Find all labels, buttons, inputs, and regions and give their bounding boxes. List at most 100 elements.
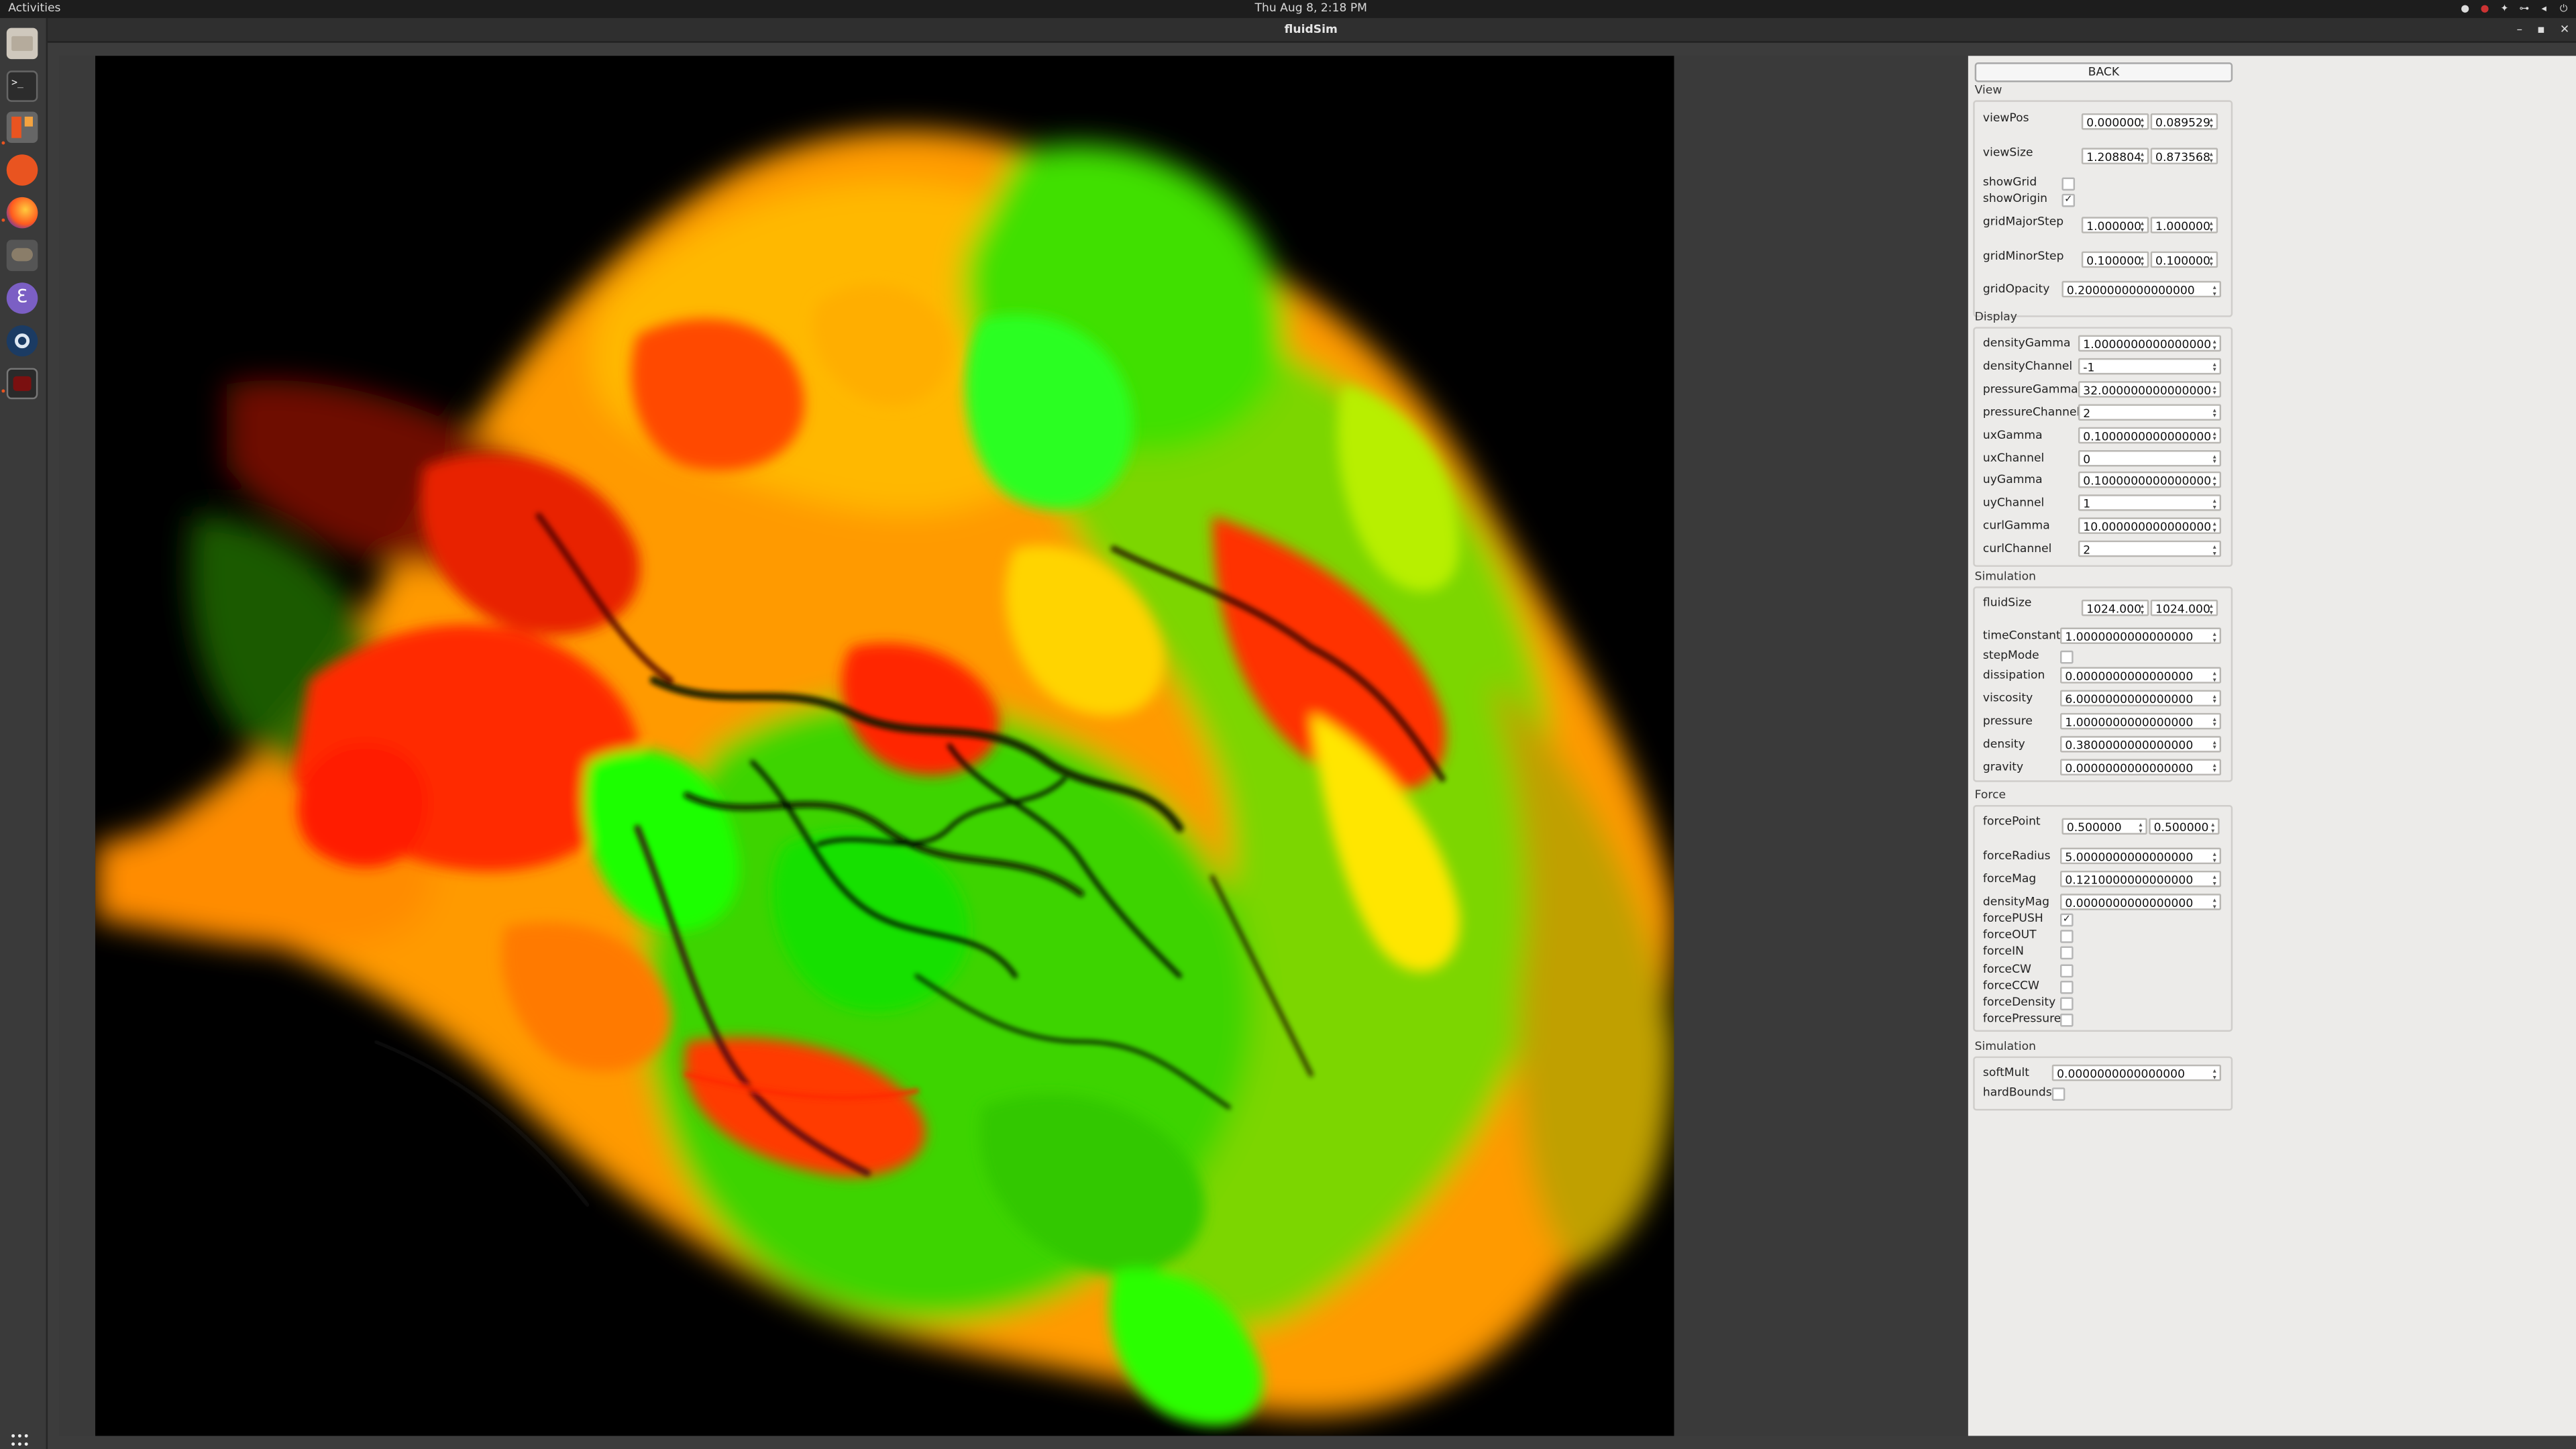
simulation-section-title: Simulation: [1974, 570, 2037, 584]
softmult-label: softMult: [1982, 1066, 2029, 1079]
viewsize-y-field[interactable]: 0.873568 ▴ ▾: [2150, 148, 2218, 164]
curlchannel-field[interactable]: 2 ▴ ▾: [2078, 540, 2222, 557]
gridminorstep-y-field[interactable]: 0.100000 ▴ ▾: [2150, 251, 2218, 268]
minimize-icon[interactable]: –: [2517, 18, 2523, 41]
screen: Activities Thu Aug 8, 2:18 PM ● ● ✦ ⊶ ◂ …: [0, 0, 2576, 1449]
forcemag-field[interactable]: 0.1210000000000000 ▴ ▾: [2060, 870, 2222, 888]
uxchannel-field[interactable]: 0 ▴ ▾: [2078, 449, 2222, 466]
forcepoint-label: forcePoint: [1982, 814, 2041, 828]
densitygamma-field[interactable]: 1.0000000000000000 ▴ ▾: [2078, 335, 2222, 352]
density-label: density: [1982, 737, 2025, 751]
power-icon[interactable]: ⏻: [2558, 3, 2569, 15]
top-bar: Activities Thu Aug 8, 2:18 PM ● ● ✦ ⊶ ◂ …: [0, 0, 2576, 18]
gimp-icon[interactable]: [6, 239, 38, 272]
maximize-icon[interactable]: ▪: [2537, 18, 2545, 41]
render-area: [59, 56, 1967, 1436]
accessibility-icon[interactable]: ✦: [2499, 3, 2510, 15]
viewpos-x-field[interactable]: 0.000000 ▴ ▾: [2081, 113, 2149, 130]
showorigin-checkbox[interactable]: ✓: [2061, 193, 2076, 207]
forceradius-field[interactable]: 5.0000000000000000 ▴ ▾: [2060, 847, 2222, 865]
fluid-simulation-canvas[interactable]: [95, 56, 1674, 1436]
forceccw-checkbox[interactable]: [2060, 980, 2074, 994]
forcedensity-checkbox[interactable]: [2060, 997, 2074, 1011]
gridopacity-label: gridOpacity: [1982, 282, 2050, 296]
forceccw-label: forceCCW: [1982, 979, 2039, 992]
viscosity-label: viscosity: [1982, 691, 2033, 705]
forcemag-label: forceMag: [1982, 872, 2037, 886]
viewsize-label: viewSize: [1982, 146, 2033, 160]
forcepoint-x-field[interactable]: 0.500000 ▴ ▾: [2061, 818, 2147, 835]
files-icon[interactable]: [6, 28, 38, 60]
density-field[interactable]: 0.3800000000000000 ▴ ▾: [2060, 735, 2222, 752]
pressuregamma-field[interactable]: 32.000000000000000 ▴ ▾: [2078, 380, 2222, 398]
close-icon[interactable]: ✕: [2560, 18, 2569, 41]
dock: >_ ℇ: [0, 17, 48, 1449]
gridopacity-field[interactable]: 0.2000000000000000 ▴ ▾: [2061, 280, 2222, 298]
viewpos-y-field[interactable]: 0.089529 ▴ ▾: [2150, 113, 2218, 130]
steam-tray-icon[interactable]: ●: [2459, 3, 2471, 15]
window-titlebar[interactable]: fluidSim – ▪ ✕: [46, 17, 2576, 43]
forcedensity-label: forceDensity: [1982, 996, 2056, 1009]
gravity-field[interactable]: 0.0000000000000000 ▴ ▾: [2060, 758, 2222, 775]
app-icon[interactable]: [6, 111, 38, 144]
curlgamma-field[interactable]: 10.000000000000000 ▴ ▾: [2078, 517, 2222, 535]
uygamma-field[interactable]: 0.1000000000000000 ▴ ▾: [2078, 472, 2222, 489]
forceout-checkbox[interactable]: [2060, 930, 2074, 944]
showorigin-label: showOrigin: [1982, 192, 2048, 206]
firefox-icon[interactable]: [6, 197, 38, 229]
forceradius-label: forceRadius: [1982, 849, 2051, 863]
uychannel-label: uyChannel: [1982, 496, 2045, 510]
uxgamma-label: uxGamma: [1982, 428, 2043, 441]
showgrid-label: showGrid: [1982, 176, 2037, 189]
software-icon[interactable]: [6, 154, 38, 186]
back-button[interactable]: BACK: [1974, 62, 2233, 83]
fluidsize-y-field[interactable]: 1024.000 ▴ ▾: [2150, 599, 2218, 616]
hardbounds-checkbox[interactable]: [2051, 1087, 2065, 1101]
volume-icon[interactable]: ◂: [2538, 3, 2550, 15]
viewpos-label: viewPos: [1982, 111, 2029, 125]
steam-icon[interactable]: [6, 325, 38, 357]
gridmajorstep-x-field[interactable]: 1.000000 ▴ ▾: [2081, 217, 2149, 233]
fluidsize-label: fluidSize: [1982, 596, 2032, 610]
record-tray-icon[interactable]: ●: [2479, 3, 2491, 15]
forcepush-checkbox[interactable]: ✓: [2060, 913, 2074, 927]
forcecw-checkbox[interactable]: [2060, 963, 2074, 977]
viscosity-field[interactable]: 6.0000000000000000 ▴ ▾: [2060, 690, 2222, 706]
densitygamma-label: densityGamma: [1982, 337, 2071, 350]
gridmajorstep-label: gridMajorStep: [1982, 215, 2064, 229]
emacs-icon[interactable]: ℇ: [6, 282, 38, 314]
forcepressure-checkbox[interactable]: [2060, 1014, 2074, 1028]
uxgamma-field[interactable]: 0.1000000000000000 ▴ ▾: [2078, 426, 2222, 443]
forcepoint-y-field[interactable]: 0.500000 ▴ ▾: [2149, 818, 2220, 835]
timeconstant-field[interactable]: 1.0000000000000000 ▴ ▾: [2060, 627, 2222, 645]
showgrid-checkbox[interactable]: [2061, 177, 2076, 191]
display-section-title: Display: [1974, 310, 2017, 324]
gridminorstep-x-field[interactable]: 0.100000 ▴ ▾: [2081, 251, 2149, 268]
forcecw-label: forceCW: [1982, 962, 2032, 975]
view-section-title: View: [1974, 83, 2002, 97]
clock[interactable]: Thu Aug 8, 2:18 PM: [0, 0, 2576, 18]
system-tray[interactable]: ● ● ✦ ⊶ ◂ ⏻: [2459, 3, 2569, 15]
densitychannel-field[interactable]: -1 ▴ ▾: [2078, 358, 2222, 375]
pressurechannel-label: pressureChannel: [1982, 405, 2080, 419]
curlgamma-label: curlGamma: [1982, 519, 2050, 533]
pressure-field[interactable]: 1.0000000000000000 ▴ ▾: [2060, 712, 2222, 729]
viewsize-x-field[interactable]: 1.208804 ▴ ▾: [2081, 148, 2149, 164]
uygamma-label: uyGamma: [1982, 474, 2043, 487]
fluidsize-x-field[interactable]: 1024.000 ▴ ▾: [2081, 599, 2149, 616]
network-icon[interactable]: ⊶: [2518, 3, 2530, 15]
pressurechannel-field[interactable]: 2 ▴ ▾: [2078, 403, 2222, 421]
control-panel: BACK View viewPos 0.000000 ▴ ▾ 0.089529 ▴ ▾ …: [1968, 56, 2576, 1436]
densitychannel-label: densityChannel: [1982, 360, 2073, 373]
uychannel-field[interactable]: 1 ▴ ▾: [2078, 494, 2222, 512]
densitymag-field[interactable]: 0.0000000000000000 ▴ ▾: [2060, 894, 2222, 910]
softmult-field[interactable]: 0.0000000000000000 ▴ ▾: [2051, 1064, 2222, 1081]
show-applications-icon[interactable]: [11, 1434, 31, 1449]
dissipation-field[interactable]: 0.0000000000000000 ▴ ▾: [2060, 667, 2222, 684]
simulation2-section-title: Simulation: [1974, 1040, 2037, 1053]
gridmajorstep-y-field[interactable]: 1.000000 ▴ ▾: [2150, 217, 2218, 233]
fluidsim-icon[interactable]: [6, 368, 38, 400]
forcein-checkbox[interactable]: [2060, 947, 2074, 961]
terminal-icon[interactable]: >_: [6, 70, 38, 102]
stepmode-checkbox[interactable]: [2060, 650, 2074, 664]
